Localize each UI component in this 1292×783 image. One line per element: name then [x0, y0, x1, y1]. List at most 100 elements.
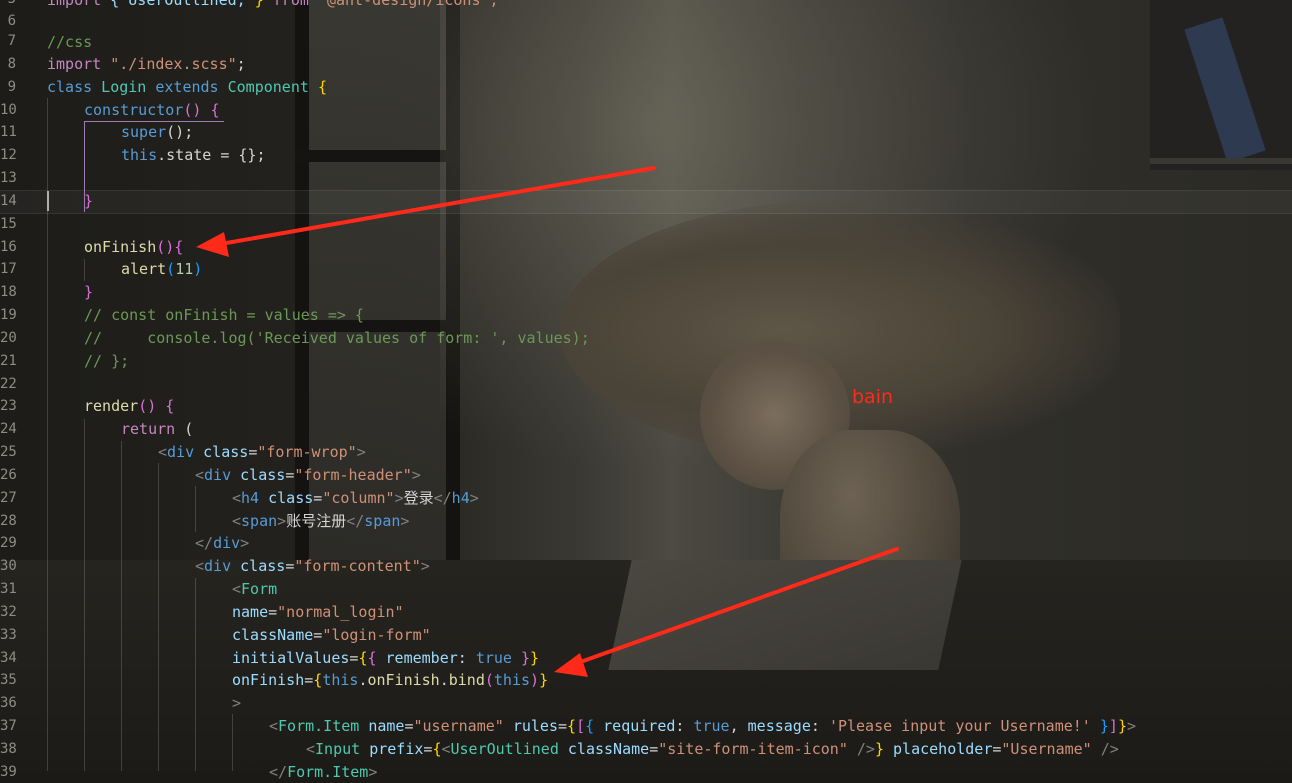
code-line-37[interactable]: <Form.Item name="username" rules={[{ req… — [269, 715, 1136, 737]
line-number: 21 — [0, 353, 17, 369]
code-line-7[interactable]: //css — [47, 31, 92, 53]
string: "username" — [413, 717, 504, 735]
function-name: alert — [121, 260, 167, 278]
code-line-30[interactable]: <div class="form-content"> — [195, 555, 430, 577]
tag-bracket: < — [269, 717, 279, 735]
string: "./index.scss" — [101, 55, 237, 73]
brace: { — [313, 671, 323, 689]
component-name: Input — [315, 740, 361, 758]
brace: { — [165, 397, 175, 415]
code-line-29[interactable]: </div> — [195, 532, 249, 554]
line-number: 14 — [0, 193, 17, 209]
object-key: message — [747, 717, 811, 735]
paper-sheet — [608, 560, 962, 670]
keyword: this — [121, 146, 158, 164]
tag-bracket: > — [411, 466, 421, 484]
line-number: 32 — [0, 604, 17, 620]
line-number: 10 — [0, 102, 17, 118]
keyword: class — [47, 78, 93, 96]
component-name: Form.Item — [287, 763, 369, 781]
code-line-26[interactable]: <div class="form-header"> — [195, 464, 421, 486]
paren: () — [183, 101, 211, 119]
code-line-18[interactable]: } — [84, 281, 93, 303]
string: 'Please input your Username!' — [828, 717, 1091, 735]
tag-bracket: < — [195, 557, 205, 575]
boolean: true — [475, 649, 512, 667]
code-line-19[interactable]: // const onFinish = values => { — [84, 304, 364, 326]
string: "column" — [322, 489, 395, 507]
tag-bracket: > — [277, 512, 287, 530]
code-line-10[interactable]: constructor() { — [84, 99, 219, 121]
code-line-17[interactable]: alert(11) — [121, 258, 202, 280]
code-line-31[interactable]: <Form — [232, 578, 277, 600]
string: "Username" — [1001, 740, 1092, 758]
string: "site-form-item-icon" — [658, 740, 848, 758]
operator: = — [558, 717, 568, 735]
code-line-35[interactable]: onFinish={this.onFinish.bind(this)} — [232, 669, 548, 691]
code-line-11[interactable]: super(); — [121, 121, 193, 143]
indent-guide — [84, 259, 85, 281]
brace: } — [530, 649, 540, 667]
code-line-23[interactable]: render() { — [84, 395, 174, 417]
attribute: class — [231, 466, 286, 484]
line-number: 19 — [0, 307, 17, 323]
brace: { — [317, 78, 327, 96]
attribute: className — [232, 626, 314, 644]
line-number: 22 — [0, 376, 17, 392]
component-name: UserOutlined — [450, 740, 559, 758]
code-line-9[interactable]: class Login extends Component { — [47, 76, 327, 98]
code-line-38[interactable]: <Input prefix={<UserOutlined className="… — [306, 738, 1119, 760]
brace: } — [1090, 717, 1109, 735]
attribute: placeholder — [884, 740, 993, 758]
operator: = — [313, 626, 323, 644]
line-number: 34 — [0, 650, 17, 666]
code-line-21[interactable]: // }; — [84, 350, 129, 372]
code-line-8[interactable]: import "./index.scss"; — [47, 53, 246, 75]
line-number: 33 — [0, 627, 17, 643]
bracket: [ — [576, 717, 586, 735]
tag-name: div — [213, 534, 241, 552]
line-number: 28 — [0, 513, 17, 529]
line-number: 35 — [0, 672, 17, 688]
code-line-39[interactable]: </Form.Item> — [269, 761, 377, 783]
code-line-25[interactable]: <div class="form-wrop"> — [158, 441, 366, 463]
tag-bracket: </ — [346, 512, 365, 530]
code-line-14[interactable]: } — [84, 190, 93, 212]
paren: (){ — [156, 238, 184, 256]
line-number: 16 — [0, 239, 17, 255]
tag-bracket: /> — [1091, 740, 1119, 758]
punctuation: , — [729, 717, 748, 735]
indent-guide — [195, 578, 196, 771]
code-line-32[interactable]: name="normal_login" — [232, 601, 404, 623]
operator: = — [404, 717, 414, 735]
tag-name: span — [241, 512, 278, 530]
tag-bracket: > — [420, 557, 430, 575]
keyword: import — [47, 55, 102, 73]
line-number: 24 — [0, 421, 17, 437]
code-line-36[interactable]: > — [232, 692, 241, 714]
code-line-34[interactable]: initialValues={{ remember: true }} — [232, 647, 539, 669]
tag-name: div — [204, 557, 232, 575]
code-line-16[interactable]: onFinish(){ — [84, 236, 183, 258]
tag-name: h4 — [451, 489, 470, 507]
line-number: 15 — [0, 216, 17, 232]
line-number: 7 — [7, 33, 16, 49]
brace: } — [511, 649, 531, 667]
code-line-12[interactable]: this.state = {}; — [121, 144, 266, 166]
paren: ( — [166, 260, 176, 278]
line-number: 30 — [0, 558, 17, 574]
tag-bracket: </ — [195, 534, 214, 552]
code-line-5[interactable]: import { UserOutlined, } from '@ant-desi… — [47, 0, 499, 11]
code-line-20[interactable]: // console.log('Received values of form:… — [84, 327, 590, 349]
attribute: name — [232, 603, 269, 621]
code-line-24[interactable]: return ( — [121, 418, 193, 440]
line-number: 37 — [0, 718, 17, 734]
code-line-27[interactable]: <h4 class="column">登录</h4> — [232, 487, 479, 509]
code-line-28[interactable]: <span>账号注册</span> — [232, 510, 409, 532]
tag-bracket: < — [158, 443, 168, 461]
text-cursor — [47, 191, 49, 211]
brace: { — [367, 649, 386, 667]
code-line-33[interactable]: className="login-form" — [232, 624, 431, 646]
method-name: onFinish — [367, 671, 440, 689]
punctuation: (); — [166, 123, 194, 141]
